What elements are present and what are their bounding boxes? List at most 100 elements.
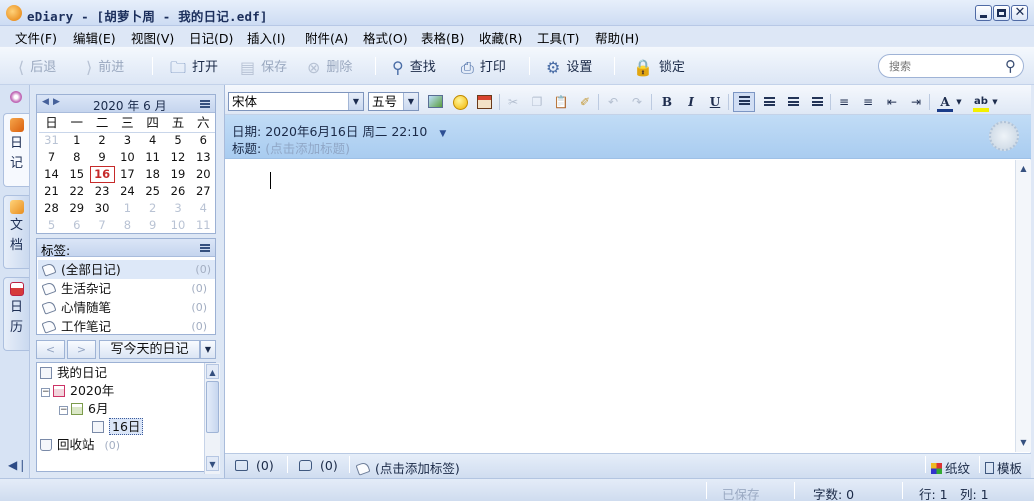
- write-today-button[interactable]: 写今天的日记: [99, 340, 200, 359]
- attachments-indicator[interactable]: (0): [235, 458, 274, 473]
- calendar-day[interactable]: 26: [166, 183, 191, 200]
- calendar-day[interactable]: 11: [191, 217, 216, 234]
- font-color-icon[interactable]: A: [937, 94, 953, 112]
- tag-work-notes[interactable]: 工作笔记 (0): [41, 317, 211, 336]
- menu-table[interactable]: 表格(B): [421, 28, 464, 47]
- maximize-button[interactable]: [993, 5, 1010, 21]
- next-entry-button[interactable]: >: [67, 340, 96, 359]
- bold-button[interactable]: B: [659, 94, 675, 110]
- scroll-down-icon[interactable]: ▼: [206, 456, 219, 471]
- minimize-button[interactable]: [975, 5, 992, 21]
- paper-texture-button[interactable]: 纸纹: [931, 458, 970, 477]
- chevron-down-icon[interactable]: ▼: [348, 93, 363, 110]
- paste-icon[interactable]: 📋: [553, 94, 569, 110]
- add-tag-link[interactable]: (点击添加标签): [355, 458, 460, 477]
- calendar-day[interactable]: 6: [191, 132, 216, 149]
- insert-emoticon-icon[interactable]: [453, 95, 468, 110]
- align-right-button[interactable]: [785, 94, 801, 110]
- calendar-day[interactable]: 19: [166, 166, 191, 183]
- calendar-day[interactable]: 29: [64, 200, 89, 217]
- lock-button[interactable]: 🔒 锁定: [633, 56, 685, 76]
- calendar-day[interactable]: 8: [64, 149, 89, 166]
- calendar-menu-icon[interactable]: [200, 100, 210, 108]
- calendar-day[interactable]: 2: [140, 200, 165, 217]
- calendar-day[interactable]: 9: [90, 149, 115, 166]
- insert-date-icon[interactable]: [477, 95, 492, 109]
- save-button[interactable]: ▤ 保存: [240, 56, 287, 76]
- calendar-day[interactable]: 24: [115, 183, 140, 200]
- calendar-day[interactable]: 25: [140, 183, 165, 200]
- copy-icon[interactable]: ❐: [529, 94, 545, 110]
- delete-button[interactable]: ⊗ 删除: [307, 56, 352, 76]
- menu-favorites[interactable]: 收藏(R): [479, 28, 522, 47]
- close-button[interactable]: ✕: [1011, 5, 1028, 21]
- entry-text-editor[interactable]: [225, 160, 1015, 452]
- calendar-day[interactable]: 1: [64, 132, 89, 149]
- menu-tools[interactable]: 工具(T): [537, 28, 579, 47]
- search-input[interactable]: [889, 59, 999, 74]
- tree-node-recycle-bin[interactable]: 回收站 (0): [40, 436, 120, 454]
- cut-icon[interactable]: ✂: [505, 94, 521, 110]
- calendar-day[interactable]: 12: [166, 149, 191, 166]
- menu-diary[interactable]: 日记(D): [189, 28, 233, 47]
- settings-button[interactable]: ⚙ 设置: [546, 56, 592, 76]
- tab-diary[interactable]: 日记: [3, 113, 29, 187]
- font-color-dropdown-icon[interactable]: ▼: [955, 94, 963, 110]
- undo-icon[interactable]: ↶: [605, 94, 621, 110]
- highlight-icon[interactable]: ab: [973, 94, 989, 112]
- collapse-minus-icon[interactable]: −: [41, 388, 50, 397]
- calendar-day[interactable]: 27: [191, 183, 216, 200]
- calendar-day[interactable]: 9: [140, 217, 165, 234]
- calendar-day[interactable]: 22: [64, 183, 89, 200]
- editor-scrollbar[interactable]: ▲ ▼: [1015, 160, 1031, 452]
- tree-node-day[interactable]: 16日: [92, 418, 144, 435]
- calendar-day[interactable]: 2: [90, 132, 115, 149]
- chevron-down-icon[interactable]: ▼: [403, 93, 418, 110]
- weather-icon[interactable]: [989, 121, 1019, 151]
- highlight-dropdown-icon[interactable]: ▼: [991, 94, 999, 110]
- prev-entry-button[interactable]: <: [36, 340, 65, 359]
- next-month-icon[interactable]: ▶: [53, 97, 60, 107]
- menu-edit[interactable]: 编辑(E): [73, 28, 116, 47]
- menu-insert[interactable]: 插入(I): [247, 28, 285, 47]
- entry-title[interactable]: 标题: (点击添加标题): [232, 138, 350, 157]
- calendar-day[interactable]: 5: [166, 132, 191, 149]
- comments-indicator[interactable]: (0): [299, 458, 338, 473]
- decrease-indent-icon[interactable]: ⇤: [884, 94, 900, 110]
- forward-button[interactable]: ⟩ 前进: [86, 56, 124, 76]
- calendar-day[interactable]: 6: [64, 217, 89, 234]
- align-left-button[interactable]: [733, 92, 755, 112]
- tag-mood-essays[interactable]: 心情随笔 (0): [41, 298, 211, 317]
- open-button[interactable]: 🗀 打开: [170, 56, 218, 76]
- tree-scroll-thumb[interactable]: [206, 381, 219, 433]
- calendar-day[interactable]: 10: [115, 149, 140, 166]
- calendar-day[interactable]: 30: [90, 200, 115, 217]
- calendar-day[interactable]: 7: [90, 217, 115, 234]
- scroll-up-icon[interactable]: ▲: [1017, 161, 1030, 176]
- tag-all-diaries[interactable]: (全部日记) (0): [38, 260, 215, 279]
- prev-month-icon[interactable]: ◀: [42, 97, 49, 107]
- tags-menu-icon[interactable]: [200, 244, 210, 252]
- calendar-day[interactable]: 10: [166, 217, 191, 234]
- calendar-day[interactable]: 21: [39, 183, 64, 200]
- template-button[interactable]: 模板: [985, 458, 1022, 477]
- search-box[interactable]: ⚲: [878, 54, 1024, 78]
- calendar-day[interactable]: 3: [166, 200, 191, 217]
- tag-life-notes[interactable]: 生活杂记 (0): [41, 279, 211, 298]
- font-family-select[interactable]: 宋体 ▼: [228, 92, 364, 111]
- calendar-day[interactable]: 5: [39, 217, 64, 234]
- insert-image-icon[interactable]: [428, 95, 443, 108]
- numbered-list-icon[interactable]: ≡: [860, 94, 876, 110]
- date-dropdown-icon[interactable]: ▼: [439, 129, 446, 139]
- tree-scrollbar[interactable]: ▲ ▼: [204, 363, 220, 474]
- calendar-day[interactable]: 8: [115, 217, 140, 234]
- calendar-day[interactable]: 18: [140, 166, 165, 183]
- calendar-day-today[interactable]: 16: [89, 166, 115, 183]
- collapse-panel-icon[interactable]: ◀❘: [8, 458, 27, 472]
- menu-help[interactable]: 帮助(H): [595, 28, 639, 47]
- calendar-day[interactable]: 11: [140, 149, 165, 166]
- calendar-day[interactable]: 4: [191, 200, 216, 217]
- align-center-button[interactable]: [761, 94, 777, 110]
- calendar-day[interactable]: 28: [39, 200, 64, 217]
- redo-icon[interactable]: ↷: [629, 94, 645, 110]
